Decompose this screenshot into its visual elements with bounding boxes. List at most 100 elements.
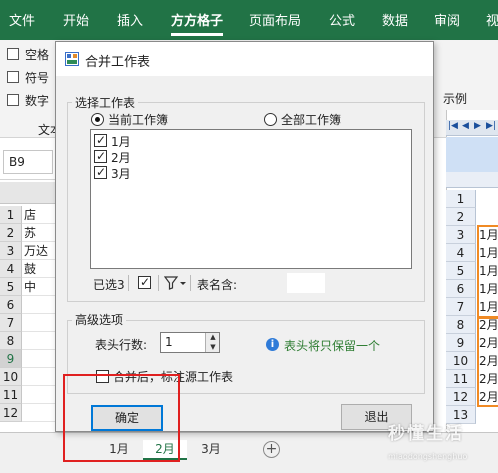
sheet-tab-mar[interactable]: 3月: [189, 440, 233, 460]
dialog-title: 合并工作表: [85, 55, 151, 70]
example-group-jan: [477, 225, 498, 319]
watermark-subtext: miaodongshenghuo: [388, 452, 468, 461]
advanced-options-legend: 高级选项: [72, 311, 127, 328]
cell[interactable]: [22, 332, 57, 350]
sheet-listbox[interactable]: ✓ 1月 ✓ 2月 ✓ 3月: [90, 129, 412, 269]
example-label: 示例: [443, 92, 468, 106]
select-all-checkbox[interactable]: ✓: [138, 275, 151, 289]
merge-icon: [65, 52, 79, 66]
chevron-up-icon[interactable]: ▲: [206, 333, 220, 342]
watermark-text: 秒懂生活: [388, 424, 464, 444]
checkbox-checked[interactable]: ✓: [94, 149, 107, 163]
name-box[interactable]: B9: [3, 150, 53, 174]
tab-ffgz[interactable]: 方方格子: [171, 10, 223, 29]
sheet-name: 1月: [111, 135, 131, 149]
first-sheet-icon: |◀: [448, 121, 458, 131]
divider: [190, 275, 191, 291]
checkbox-box[interactable]: [7, 94, 19, 106]
example-row-header: 7: [446, 298, 476, 316]
tab-view[interactable]: 视: [486, 10, 498, 29]
example-row-header: 9: [446, 334, 476, 352]
row-header[interactable]: 6: [0, 296, 22, 314]
header-rows-value[interactable]: 1: [165, 335, 173, 349]
cell[interactable]: [22, 404, 57, 422]
check-icon: ✓: [96, 133, 107, 147]
example-cell: [479, 190, 498, 208]
example-row-header: 5: [446, 262, 476, 280]
active-tab-indicator: [171, 33, 223, 36]
symbol-checkbox[interactable]: 符号: [7, 69, 57, 85]
radio-current-workbook[interactable]: [91, 113, 104, 126]
cell[interactable]: [22, 386, 57, 404]
example-row-header: 10: [446, 352, 476, 370]
example-nav-bar: |◀ ◀ ▶ ▶|: [446, 120, 498, 136]
list-item[interactable]: ✓ 2月: [94, 149, 154, 165]
highlight-box: [63, 374, 180, 462]
row-header[interactable]: 2: [0, 224, 22, 242]
chevron-down-icon[interactable]: ▼: [206, 343, 220, 352]
tab-file[interactable]: 文件: [9, 10, 35, 29]
row-header[interactable]: 1: [0, 206, 22, 224]
divider: [158, 275, 159, 291]
checkbox-box[interactable]: [7, 71, 19, 83]
cell[interactable]: 鼓: [22, 260, 57, 278]
cell[interactable]: 万达: [22, 242, 57, 260]
row-header[interactable]: 4: [0, 260, 22, 278]
tab-review[interactable]: 审阅: [434, 10, 460, 29]
row-header[interactable]: 3: [0, 242, 22, 260]
tab-data[interactable]: 数据: [382, 10, 408, 29]
cell[interactable]: [22, 368, 57, 386]
prev-sheet-icon: ◀: [462, 121, 469, 131]
cell[interactable]: 苏: [22, 224, 57, 242]
info-icon: i: [266, 338, 279, 351]
cell[interactable]: [22, 350, 57, 368]
row-header[interactable]: 10: [0, 368, 22, 386]
row-header[interactable]: 12: [0, 404, 22, 422]
example-row-header: 11: [446, 370, 476, 388]
filter-icon[interactable]: [164, 276, 186, 290]
cell[interactable]: [22, 314, 57, 332]
example-header-band: [446, 137, 498, 172]
list-item[interactable]: ✓ 1月: [94, 133, 154, 149]
next-sheet-icon: ▶: [474, 121, 481, 131]
example-group-feb: [477, 316, 498, 407]
radio-current-label: 当前工作簿: [108, 113, 169, 127]
row-header[interactable]: 11: [0, 386, 22, 404]
tab-formulas[interactable]: 公式: [329, 10, 355, 29]
row-header[interactable]: 8: [0, 332, 22, 350]
tab-home[interactable]: 开始: [63, 10, 89, 29]
row-header[interactable]: 5: [0, 278, 22, 296]
list-footer: 已选3 ✓ 表名含:: [90, 272, 412, 294]
checkbox-label: 符号: [25, 71, 50, 85]
number-checkbox[interactable]: 数字: [7, 92, 57, 108]
example-row-header: 6: [446, 280, 476, 298]
name-contains-label: 表名含:: [197, 278, 238, 292]
cell[interactable]: 中: [22, 278, 57, 296]
example-row-header: 8: [446, 316, 476, 334]
space-checkbox[interactable]: 空格: [7, 46, 57, 62]
last-sheet-icon: ▶|: [486, 121, 496, 131]
name-filter-input[interactable]: [287, 273, 325, 293]
example-cell: [479, 208, 498, 226]
tab-page-layout[interactable]: 页面布局: [249, 10, 301, 29]
selected-count: 已选3: [93, 278, 125, 292]
cell[interactable]: 店: [22, 206, 57, 224]
checkbox-box[interactable]: [7, 48, 19, 60]
tab-insert[interactable]: 插入: [117, 10, 143, 29]
checkbox-checked[interactable]: ✓: [94, 165, 107, 179]
checkbox-checked[interactable]: ✓: [94, 133, 107, 147]
header-rows-stepper[interactable]: 1 ▲ ▼: [160, 332, 220, 353]
example-row-header: 4: [446, 244, 476, 262]
cell[interactable]: [22, 296, 57, 314]
example-column-header: [446, 172, 498, 188]
radio-all-workbooks[interactable]: [264, 113, 277, 126]
check-icon: ✓: [140, 275, 151, 289]
check-icon: ✓: [96, 149, 107, 163]
radio-all-label: 全部工作簿: [281, 113, 342, 127]
row-header[interactable]: 9: [0, 350, 22, 368]
stepper-buttons: ▲ ▼: [205, 333, 219, 352]
row-header[interactable]: 7: [0, 314, 22, 332]
plus-icon[interactable]: +: [263, 441, 280, 458]
checkbox-label: 空格: [25, 48, 50, 62]
list-item[interactable]: ✓ 3月: [94, 165, 154, 181]
